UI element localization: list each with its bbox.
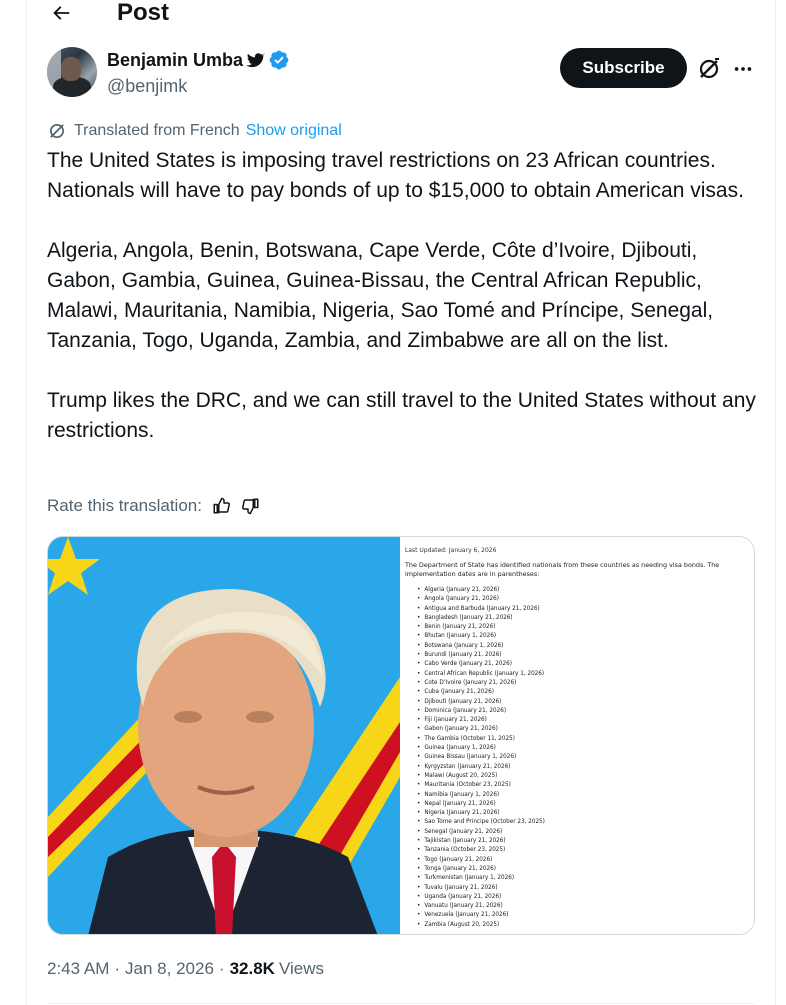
doc-list-item: The Gambia (October 11, 2025) [417,735,754,744]
portrait-illustration [48,537,400,934]
doc-list-item: Guinea (January 1, 2026) [417,744,754,753]
translate-grok-icon [50,124,64,138]
arrow-left-icon [53,6,70,20]
rate-translation: Rate this translation: [47,494,262,518]
avatar-face [61,57,81,81]
doc-list-item: Antigua and Barbuda (January 21, 2026) [417,605,754,614]
doc-list-item: Senegal (January 21, 2026) [417,828,754,837]
attached-media[interactable]: Last Updated: January 6, 2026 The Depart… [47,536,755,935]
doc-list-item: Botswana (January 1, 2026) [417,642,754,651]
show-original-link[interactable]: Show original [246,122,342,140]
doc-list-item: Cote D’Ivoire (January 21, 2026) [417,679,754,688]
doc-list-item: Gabon (January 21, 2026) [417,725,754,734]
doc-list-item: Turkmenistan (January 1, 2026) [417,874,754,883]
visa-bond-document: Last Updated: January 6, 2026 The Depart… [400,537,754,934]
bird-icon [245,50,266,70]
doc-list-item: Bhutan (January 1, 2026) [417,632,754,641]
doc-list-item: Sao Tome and Principe (October 23, 2025) [417,818,754,827]
views-count: 32.8K [229,959,275,978]
doc-list-item: Angola (January 21, 2026) [417,595,754,604]
doc-list-item: Fiji (January 21, 2026) [417,716,754,725]
page-title: Post [117,0,170,26]
doc-list-item: Cuba (January 21, 2026) [417,688,754,697]
doc-list-item: Malawi (August 20, 2025) [417,772,754,781]
rate-translation-label: Rate this translation: [47,496,202,515]
translated-from-label: Translated from French [74,122,240,139]
subscribe-button[interactable]: Subscribe [560,48,687,88]
views-label: Views [278,959,324,978]
doc-list-item: Tanzania (October 23, 2025) [417,846,754,855]
doc-list-item: Tajikistan (January 21, 2026) [417,837,754,846]
thumbs-down-button[interactable] [240,495,262,517]
doc-intro: The Department of State has identified n… [405,561,720,578]
avatar[interactable] [47,47,97,97]
doc-list-item: Benin (January 21, 2026) [417,623,754,632]
doc-list-item: Algeria (January 21, 2026) [417,586,754,595]
post-header: Post [26,0,776,30]
doc-list-item: Guinea Bissau (January 1, 2026) [417,753,754,762]
translation-note: Translated from French Show original [47,120,342,142]
more-options-button[interactable] [730,56,756,82]
doc-list-item: Togo (January 21, 2026) [417,856,754,865]
tweet-text: The United States is imposing travel res… [47,146,762,446]
meta-separator: · [114,959,121,978]
meta-separator: · [218,959,225,978]
thumbs-down-icon [241,498,259,515]
author-display-name[interactable]: Benjamin Umba [107,48,243,72]
thumbs-up-icon [213,497,230,514]
doc-list-item: Nepal (January 21, 2026) [417,800,754,809]
post-time[interactable]: 2:43 AM [47,959,109,979]
verified-badge-icon [268,49,290,71]
doc-country-list: Algeria (January 21, 2026)Angola (Januar… [405,586,754,930]
doc-list-item: Vanuatu (January 21, 2026) [417,902,754,911]
doc-list-item: Nigeria (January 21, 2026) [417,809,754,818]
grok-button[interactable] [696,56,722,82]
doc-list-item: Burundi (January 21, 2026) [417,651,754,660]
doc-list-item: Central African Republic (January 1, 202… [417,670,754,679]
tweet-paragraph: Trump likes the DRC, and we can still tr… [47,389,756,442]
doc-list-item: Kyrgyzstan (January 21, 2026) [417,763,754,772]
post-meta: 2:43 AM · Jan 8, 2026 · 32.8K Views [47,958,324,980]
doc-list-item: Djibouti (January 21, 2026) [417,698,754,707]
tweet-paragraph: Algeria, Angola, Benin, Botswana, Cape V… [47,239,714,352]
grok-icon [699,58,719,79]
doc-list-item: Dominica (January 21, 2026) [417,707,754,716]
doc-header-cut [405,539,754,545]
back-button[interactable] [46,0,76,26]
doc-last-updated: Last Updated: January 6, 2026 [405,547,497,554]
author-name-row: Benjamin Umba [107,48,290,72]
doc-list-item: Mauritania (October 23, 2025) [417,781,754,790]
doc-list-item: Zambia (August 20, 2025) [417,921,754,930]
thumbs-up-button[interactable] [210,495,232,517]
post-date[interactable]: Jan 8, 2026 [125,959,214,979]
doc-list-item: Cabo Verde (January 21, 2026) [417,660,754,669]
author-handle[interactable]: @benjimk [107,75,187,97]
doc-list-item: Tonga (January 21, 2026) [417,865,754,874]
divider [47,1003,755,1004]
doc-list-item: Namibia (January 1, 2026) [417,791,754,800]
portrait-photo [48,537,400,934]
more-dots-icon [734,67,752,71]
tweet-paragraph: The United States is imposing travel res… [47,149,744,202]
doc-list-item: Bangladesh (January 21, 2026) [417,614,754,623]
doc-list-item: Venezuela (January 21, 2026) [417,911,754,920]
doc-list-item: Uganda (January 21, 2026) [417,893,754,902]
doc-list-item: Tuvalu (January 21, 2026) [417,884,754,893]
